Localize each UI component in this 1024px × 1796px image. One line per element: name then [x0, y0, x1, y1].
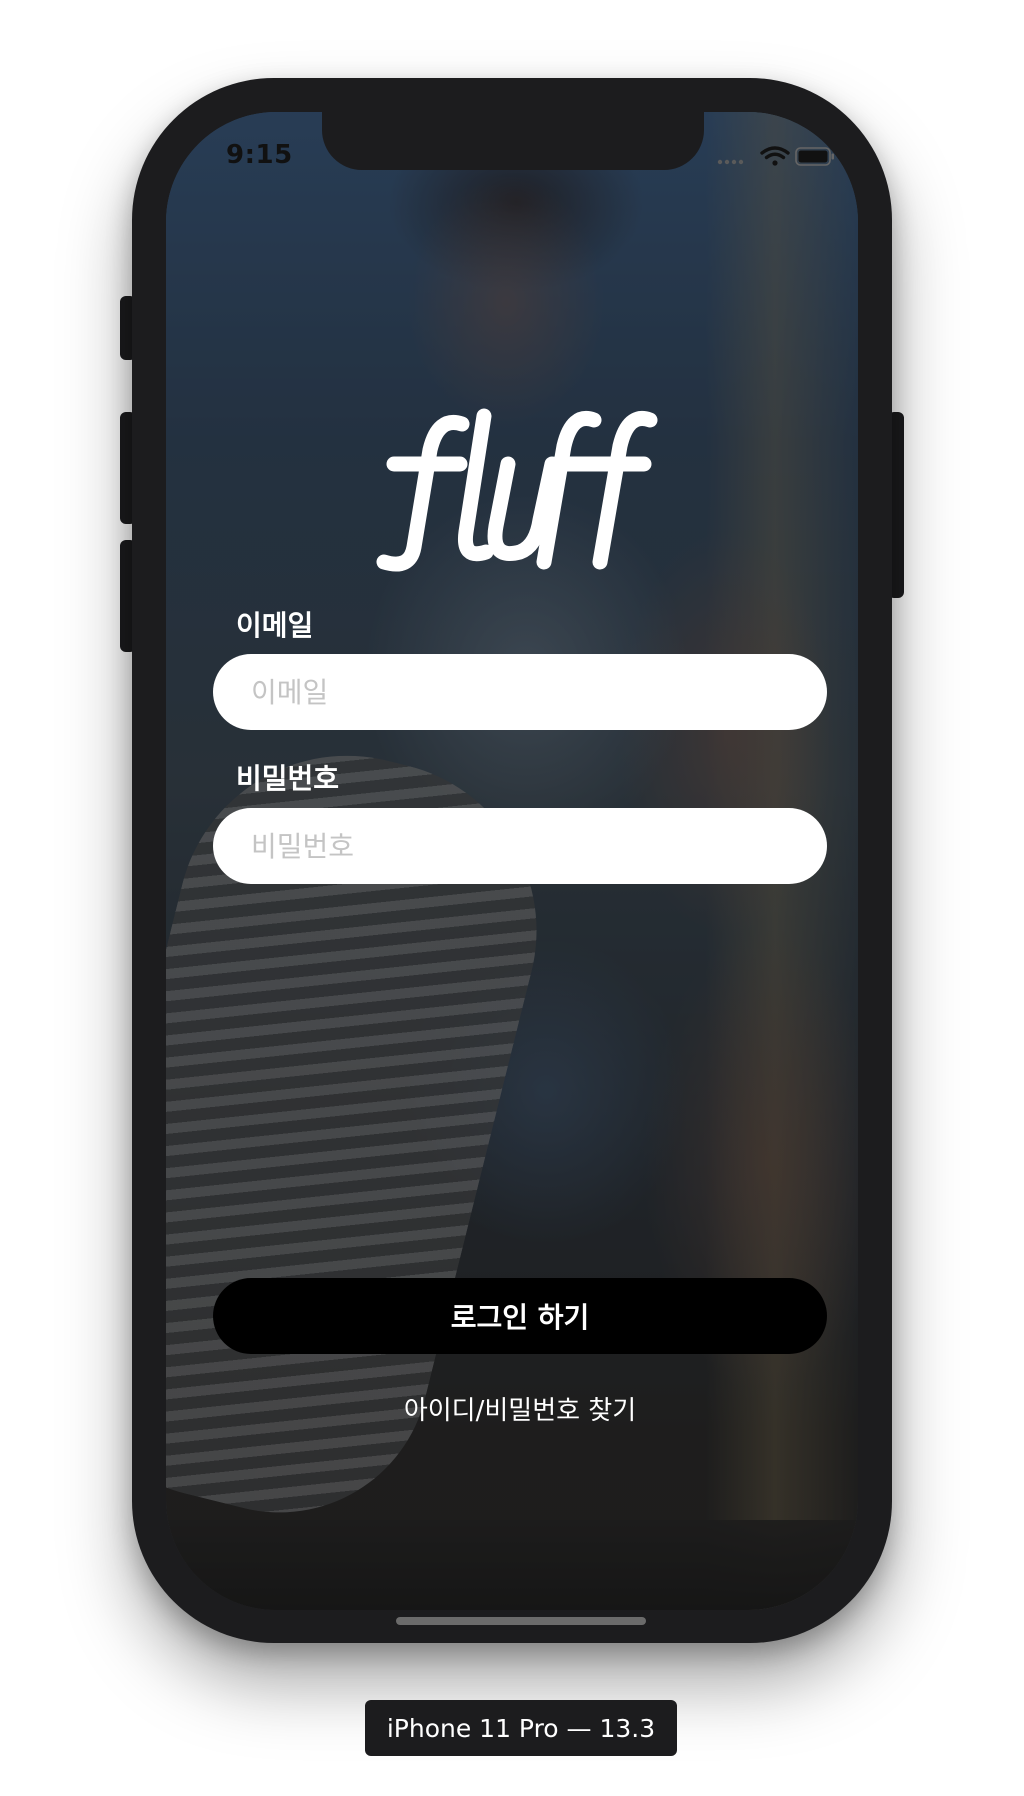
- email-input[interactable]: [213, 654, 827, 730]
- status-icons: [717, 146, 834, 166]
- simulator-device-label: iPhone 11 Pro — 13.3: [365, 1700, 677, 1756]
- wifi-icon: [760, 146, 790, 166]
- device-notch: [322, 100, 704, 170]
- email-label: 이메일: [236, 609, 314, 642]
- fluff-logo: fluff: [376, 408, 658, 572]
- find-account-link[interactable]: 아이디/비밀번호 찾기: [213, 1390, 827, 1427]
- password-input[interactable]: [213, 808, 827, 884]
- status-time: 9:15: [226, 140, 293, 170]
- cellular-signal-icon: [717, 159, 744, 165]
- password-label: 비밀번호: [236, 762, 340, 795]
- login-button[interactable]: 로그인 하기: [213, 1278, 827, 1354]
- home-indicator[interactable]: [396, 1617, 646, 1625]
- simulator-window: 9:15 fluff: [0, 0, 1024, 1796]
- battery-icon: [795, 147, 834, 166]
